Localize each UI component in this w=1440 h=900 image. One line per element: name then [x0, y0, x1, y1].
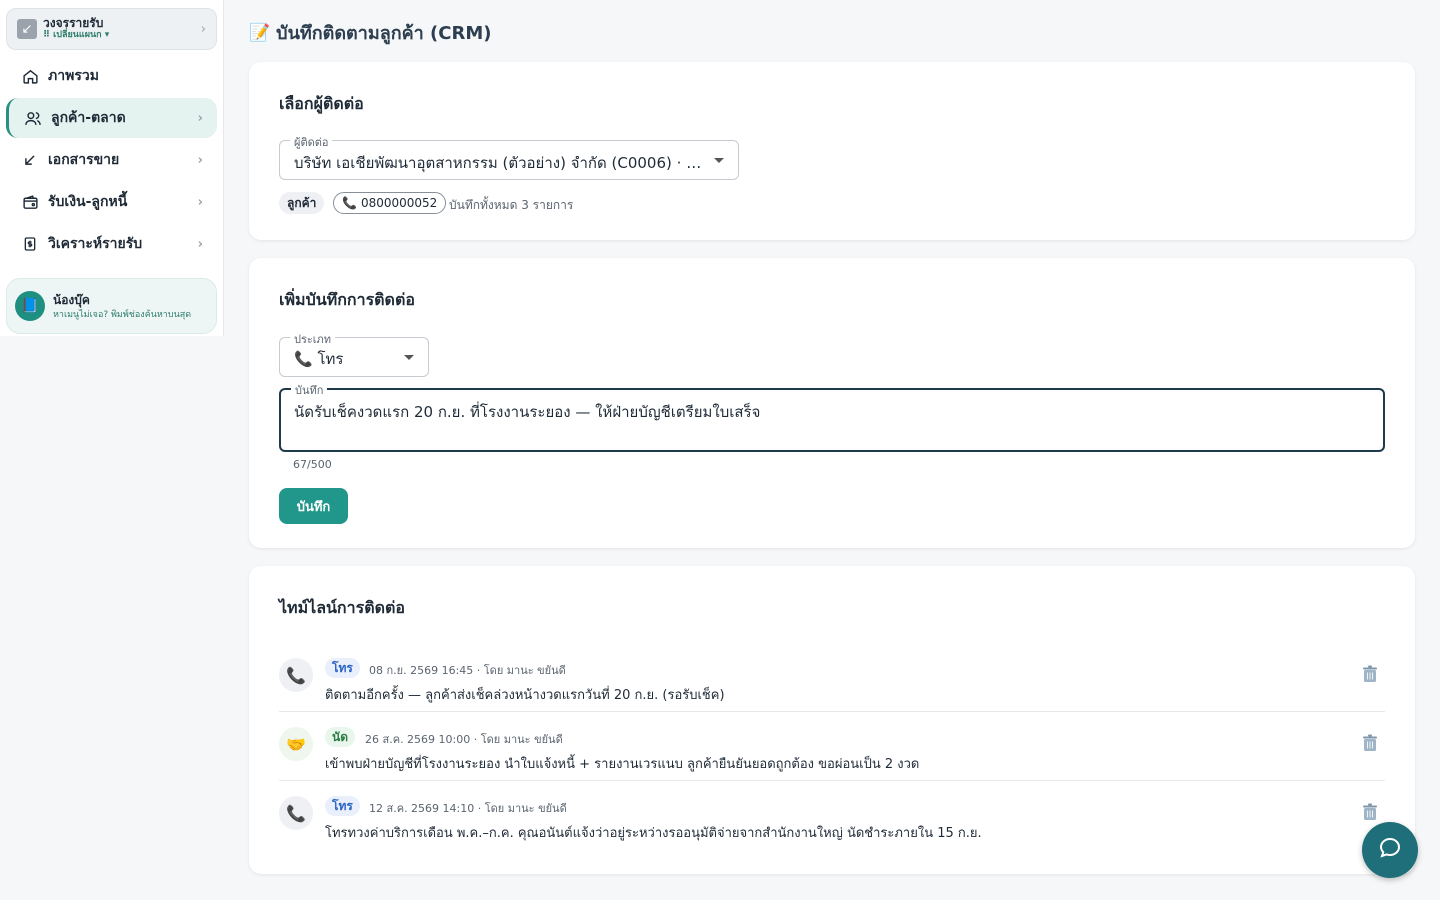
- sidebar-item-label: ภาพรวม: [48, 68, 99, 84]
- chevron-right-icon: ›: [197, 110, 203, 126]
- entry-type-badge: โทร: [325, 796, 360, 816]
- sidebar-item-label: วิเคราะห์รายรับ: [48, 236, 143, 252]
- caret-down-icon: [714, 158, 724, 163]
- timeline-entry: 📞 โทร 08 ก.ย. 2569 16:45 · โดย มานะ ขยัน…: [279, 644, 1385, 712]
- entry-time: 08 ก.ย. 2569 16:45: [369, 664, 474, 677]
- entry-time: 12 ส.ค. 2569 14:10: [369, 802, 475, 815]
- contact-phone: 0800000052: [360, 196, 438, 210]
- entry-meta: 08 ก.ย. 2569 16:45 · โดย มานะ ขยันดี: [369, 661, 566, 679]
- contact-type-badge: ลูกค้า: [279, 192, 325, 214]
- trash-icon[interactable]: [1361, 802, 1379, 822]
- receipt-icon: [20, 235, 40, 253]
- entry-author: · โดย มานะ ขยันดี: [473, 733, 563, 746]
- timeline-entry: 🤝 นัด 26 ส.ค. 2569 10:00 · โดย มานะ ขยัน…: [279, 713, 1385, 781]
- wallet-icon: [20, 194, 40, 211]
- sidebar: ↙ วงจรรายรับ ⠿ เปลี่ยนแผนก ▾ › ภาพรวม ลู…: [0, 0, 224, 336]
- home-icon: [20, 68, 40, 85]
- chevron-right-icon: ›: [200, 21, 206, 37]
- caret-down-icon: [404, 355, 414, 360]
- workspace-switcher[interactable]: ↙ วงจรรายรับ ⠿ เปลี่ยนแผนก ▾ ›: [6, 8, 217, 50]
- add-interaction-card: เพิ่มบันทึกการติดต่อ ประเภท 📞 โทร บันทึก…: [249, 258, 1415, 548]
- timeline-entry: 📞 โทร 12 ส.ค. 2569 14:10 · โดย มานะ ขยัน…: [279, 782, 1385, 850]
- trash-icon[interactable]: [1361, 664, 1379, 684]
- sidebar-item-label: รับเงิน-ลูกหนี้: [48, 194, 128, 210]
- entry-time: 26 ส.ค. 2569 10:00: [365, 733, 471, 746]
- save-button[interactable]: บันทึก: [279, 488, 348, 524]
- note-char-counter: 67/500: [293, 458, 332, 471]
- contact-select-label: ผู้ติดต่อ: [290, 133, 333, 151]
- memo-icon: 📝: [249, 22, 271, 43]
- contact-select[interactable]: ผู้ติดต่อ บริษัท เอเชียพัฒนาอุตสาหกรรม (…: [279, 133, 739, 180]
- assistant-helper[interactable]: 📘 น้องบุ๊ค หาเมนูไม่เจอ? พิมพ์ช่องค้นหาบ…: [6, 278, 217, 334]
- add-card-title: เพิ่มบันทึกการติดต่อ: [279, 290, 415, 309]
- phone-icon: 📞: [342, 196, 357, 210]
- phone-icon: 📞: [279, 796, 313, 830]
- page-title: 📝 บันทึกติดตามลูกค้า (CRM): [249, 18, 492, 47]
- users-icon: [23, 110, 43, 127]
- sidebar-item-label: เอกสารขาย: [48, 152, 120, 168]
- chat-bubble-icon: [1378, 836, 1402, 864]
- assistant-name: น้องบุ๊ค: [53, 293, 90, 308]
- entry-type-badge: นัด: [325, 727, 355, 747]
- contact-card-title: เลือกผู้ติดต่อ: [279, 94, 364, 113]
- chevron-right-icon: ›: [197, 194, 203, 210]
- sidebar-item-customers[interactable]: ลูกค้า-ตลาด ›: [6, 98, 217, 138]
- chevron-right-icon: ›: [197, 236, 203, 252]
- assistant-hint: หาเมนูไม่เจอ? พิมพ์ช่องค้นหาบนสุด: [53, 310, 192, 321]
- handshake-icon: 🤝: [279, 727, 313, 761]
- workspace-switch-label[interactable]: ⠿ เปลี่ยนแผนก ▾: [43, 30, 201, 41]
- entry-meta: 12 ส.ค. 2569 14:10 · โดย มานะ ขยันดี: [369, 799, 567, 817]
- chevron-right-icon: ›: [197, 152, 203, 168]
- workspace-text: วงจรรายรับ ⠿ เปลี่ยนแผนก ▾: [43, 17, 201, 40]
- interaction-type-value: 📞 โทร: [294, 350, 344, 368]
- arrow-down-left-icon: [20, 153, 40, 167]
- interaction-type-select[interactable]: ประเภท 📞 โทร: [279, 330, 429, 377]
- sidebar-nav: ภาพรวม ลูกค้า-ตลาด › เอกสารขาย › รับเงิน…: [6, 56, 217, 266]
- phone-icon: 📞: [279, 658, 313, 692]
- contact-select-value: บริษัท เอเชียพัฒนาอุตสาหกรรม (ตัวอย่าง) …: [294, 154, 704, 172]
- sidebar-item-receivables[interactable]: รับเงิน-ลูกหนี้ ›: [6, 182, 217, 222]
- entry-note: เข้าพบฝ่ายบัญชีที่โรงงานระยอง นำใบแจ้งหน…: [325, 757, 920, 772]
- page-title-text: บันทึกติดตามลูกค้า (CRM): [276, 23, 492, 44]
- entry-type-badge: โทร: [325, 658, 360, 678]
- timeline-card: ไทม์ไลน์การติดต่อ 📞 โทร 08 ก.ย. 2569 16:…: [249, 566, 1415, 874]
- timeline-title: ไทม์ไลน์การติดต่อ: [279, 598, 405, 617]
- record-count: บันทึกทั้งหมด 3 รายการ: [449, 198, 574, 212]
- sidebar-item-overview[interactable]: ภาพรวม: [6, 56, 217, 96]
- entry-note: ติดตามอีกครั้ง — ลูกค้าส่งเช็คล่วงหน้างว…: [325, 688, 725, 703]
- assistant-text: น้องบุ๊ค หาเมนูไม่เจอ? พิมพ์ช่องค้นหาบนส…: [53, 291, 191, 321]
- chat-fab-button[interactable]: [1362, 822, 1418, 878]
- entry-meta: 26 ส.ค. 2569 10:00 · โดย มานะ ขยันดี: [365, 730, 563, 748]
- workspace-name: วงจรรายรับ: [43, 16, 104, 31]
- note-label: บันทึก: [291, 381, 328, 399]
- trash-icon[interactable]: [1361, 733, 1379, 753]
- interaction-type-label: ประเภท: [290, 330, 336, 348]
- contact-phone-chip[interactable]: 📞 0800000052: [333, 192, 447, 214]
- entry-author: · โดย มานะ ขยันดี: [476, 664, 566, 677]
- sidebar-item-revenue-analysis[interactable]: วิเคราะห์รายรับ ›: [6, 224, 217, 264]
- contact-select-card: เลือกผู้ติดต่อ ผู้ติดต่อ บริษัท เอเชียพั…: [249, 62, 1415, 240]
- entry-author: · โดย มานะ ขยันดี: [477, 802, 567, 815]
- note-textarea[interactable]: บันทึก นัดรับเช็คงวดแรก 20 ก.ย. ที่โรงงา…: [279, 381, 1385, 452]
- sidebar-item-sales-docs[interactable]: เอกสารขาย ›: [6, 140, 217, 180]
- entry-note: โทรทวงค่าบริการเดือน พ.ค.–ก.ค. คุณอนันต์…: [325, 826, 982, 841]
- book-icon: 📘: [15, 291, 45, 321]
- note-value: นัดรับเช็คงวดแรก 20 ก.ย. ที่โรงงานระยอง …: [294, 403, 761, 421]
- workspace-logo-icon: ↙: [17, 19, 37, 39]
- sidebar-item-label: ลูกค้า-ตลาด: [51, 110, 126, 126]
